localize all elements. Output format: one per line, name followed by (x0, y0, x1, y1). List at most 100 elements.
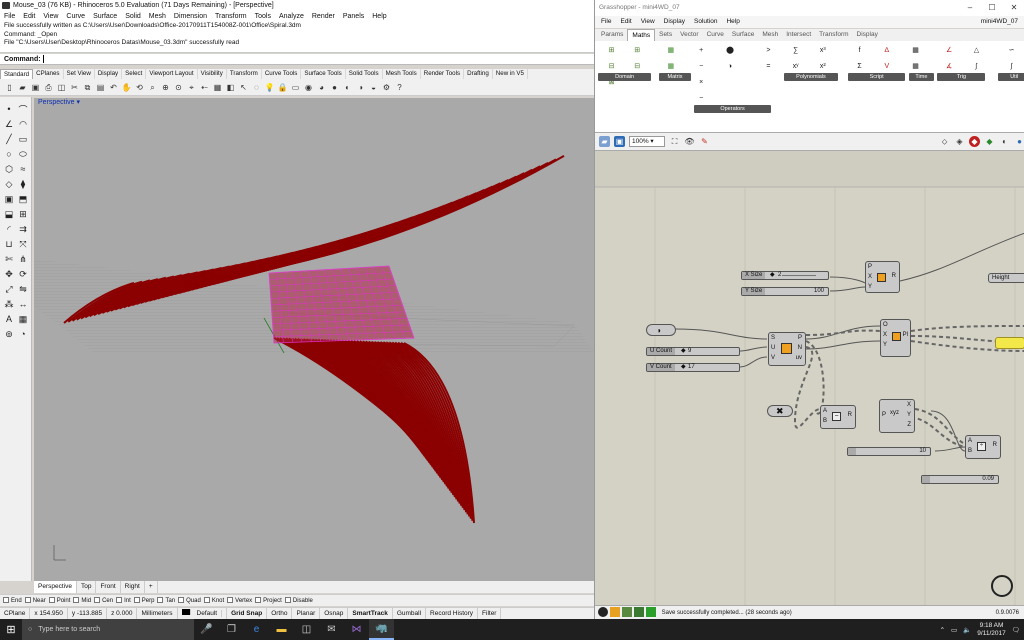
preview-eye-icon[interactable]: 👁 (684, 136, 695, 147)
add-viewport-icon[interactable]: + (145, 581, 158, 593)
taskbar-search[interactable]: ○ Type here to search (22, 619, 194, 640)
scale-icon[interactable]: ⤢ (3, 283, 15, 295)
text-icon[interactable]: A (3, 313, 15, 325)
viewport-tab-top[interactable]: Top (77, 581, 97, 593)
menu-item-surface[interactable]: Surface (93, 11, 117, 22)
checkbox[interactable] (116, 597, 123, 604)
lock-icon[interactable]: 🔒 (277, 82, 288, 93)
python-icon[interactable]: ∆ (880, 45, 894, 57)
mode-gumball[interactable]: Gumball (393, 608, 427, 619)
layer-icon[interactable]: ◧ (225, 82, 236, 93)
bake-icon[interactable]: ◆ (984, 136, 995, 147)
gh-icon[interactable] (646, 607, 656, 618)
gh-menu-help[interactable]: Help (726, 16, 739, 28)
zoom-window-icon[interactable]: ⊕ (160, 82, 171, 93)
gh-menu-edit[interactable]: Edit (620, 16, 631, 28)
warning-icon[interactable] (610, 607, 620, 618)
height-panel[interactable]: Height (988, 273, 1024, 283)
negative-icon[interactable]: − (694, 93, 708, 105)
solver-icon[interactable] (634, 607, 644, 618)
osnap-end[interactable]: End (3, 595, 22, 606)
copy-icon[interactable]: ⧉ (82, 82, 93, 93)
toolbar-tab-curve-tools[interactable]: Curve Tools (262, 69, 302, 79)
navigation-compass-icon[interactable] (991, 575, 1013, 597)
checkbox[interactable] (178, 597, 185, 604)
chevron-up-icon[interactable]: ⌃ (940, 626, 945, 634)
domain-split-icon[interactable]: ⊟ (605, 61, 619, 73)
gate-and-icon[interactable]: ⬤ (723, 45, 737, 57)
toolbar-tab-new-in-v5[interactable]: New in V5 (493, 69, 528, 79)
store-icon[interactable]: ◫ (294, 619, 319, 640)
file-explorer-icon[interactable]: ▬ (269, 619, 294, 640)
notifications-icon[interactable]: 🗨 (1012, 626, 1020, 634)
menu-item-dimension[interactable]: Dimension (174, 11, 207, 22)
gh-menu-display[interactable]: Display (664, 16, 685, 28)
gh-tab-transform[interactable]: Transform (815, 29, 852, 41)
slider-009[interactable]: 0.09 (921, 475, 999, 484)
checkbox[interactable] (284, 597, 291, 604)
menu-item-edit[interactable]: Edit (23, 11, 35, 22)
vb-icon[interactable]: V (880, 61, 894, 73)
menu-item-render[interactable]: Render (312, 11, 335, 22)
xsize-slider[interactable]: X Size ◆ 2 (741, 271, 829, 280)
toolbar-tab-surface-tools[interactable]: Surface Tools (301, 69, 346, 79)
mesh-icon[interactable]: ⊞ (17, 208, 29, 220)
osnap-perp[interactable]: Perp (133, 595, 154, 606)
move-icon[interactable]: ✥ (3, 268, 15, 280)
select-icon[interactable]: ↖ (238, 82, 249, 93)
toolbar-tab-drafting[interactable]: Drafting (464, 69, 493, 79)
minimize-button[interactable]: – (959, 0, 981, 16)
point-icon[interactable]: • (3, 103, 15, 115)
subtraction-component[interactable]: A B − R (820, 405, 856, 429)
gh-tab-params[interactable]: Params (597, 29, 627, 41)
explode-icon[interactable]: ⤧ (17, 238, 29, 250)
import-icon[interactable]: ◫ (56, 82, 67, 93)
rotate-view-icon[interactable]: ⟲ (134, 82, 145, 93)
checkbox[interactable] (3, 597, 9, 604)
arc-icon[interactable]: ◠ (17, 118, 29, 130)
save-file-icon[interactable]: ▣ (30, 82, 41, 93)
toolbar-tab-render-tools[interactable]: Render Tools (421, 69, 465, 79)
gh-tab-mesh[interactable]: Mesh (758, 29, 782, 41)
integral-icon[interactable]: ∫ (1005, 61, 1019, 73)
save-file-icon[interactable]: ▣ (614, 136, 625, 147)
matrix-swap-icon[interactable]: ▦ (664, 61, 678, 73)
cosine-icon[interactable]: ∡ (942, 61, 956, 73)
checkbox[interactable] (203, 597, 210, 604)
viewport-tab-perspective[interactable]: Perspective (34, 581, 77, 593)
undo-icon[interactable]: ↶ (108, 82, 119, 93)
sphere-icon[interactable]: ● (329, 82, 340, 93)
toolbar-tab-cplanes[interactable]: CPlanes (33, 69, 64, 79)
toolbar-tab-standard[interactable]: Standard (0, 69, 34, 79)
rotate-icon[interactable]: ⟳ (17, 268, 29, 280)
network-icon[interactable]: ▭ (951, 626, 957, 634)
gh-tab-vector[interactable]: Vector (676, 29, 702, 41)
calendar-icon[interactable]: ▦ (909, 45, 923, 57)
checkbox[interactable] (48, 597, 55, 604)
selected-preview-icon[interactable]: ◆ (969, 136, 980, 147)
shaded-icon[interactable]: ◐ (342, 82, 353, 93)
matrix-icon[interactable]: ▦ (664, 45, 678, 57)
toolbar-tab-solid-tools[interactable]: Solid Tools (346, 69, 383, 79)
tangent-icon[interactable]: ∫ (969, 61, 983, 73)
error-icon[interactable] (598, 607, 608, 618)
toolbar-tab-visibility[interactable]: Visibility (198, 69, 227, 79)
sphere-render-icon[interactable]: ● (1014, 136, 1024, 147)
extrude-icon[interactable]: ⬒ (17, 193, 29, 205)
division-component[interactable]: A B ÷ R (965, 435, 1001, 459)
edge-browser-icon[interactable]: e (244, 619, 269, 640)
menu-item-mesh[interactable]: Mesh (149, 11, 166, 22)
osnap-point[interactable]: Point (48, 595, 70, 606)
boolean-toggle[interactable]: ◗ (646, 324, 676, 336)
paste-icon[interactable]: ▤ (95, 82, 106, 93)
mode-grid-snap[interactable]: Grid Snap (227, 608, 268, 619)
osnap-vertex[interactable]: Vertex (227, 595, 252, 606)
units-label[interactable]: Millimeters (137, 608, 178, 619)
mode-osnap[interactable]: Osnap (320, 608, 349, 619)
mode-planar[interactable]: Planar (292, 608, 321, 619)
square-icon[interactable]: x² (816, 61, 830, 73)
dimension-icon[interactable]: ↔ (17, 298, 29, 310)
toolbar-tab-set-view[interactable]: Set View (64, 69, 95, 79)
gh-tab-intersect[interactable]: Intersect (782, 29, 815, 41)
osnap-disable[interactable]: Disable (284, 595, 313, 606)
